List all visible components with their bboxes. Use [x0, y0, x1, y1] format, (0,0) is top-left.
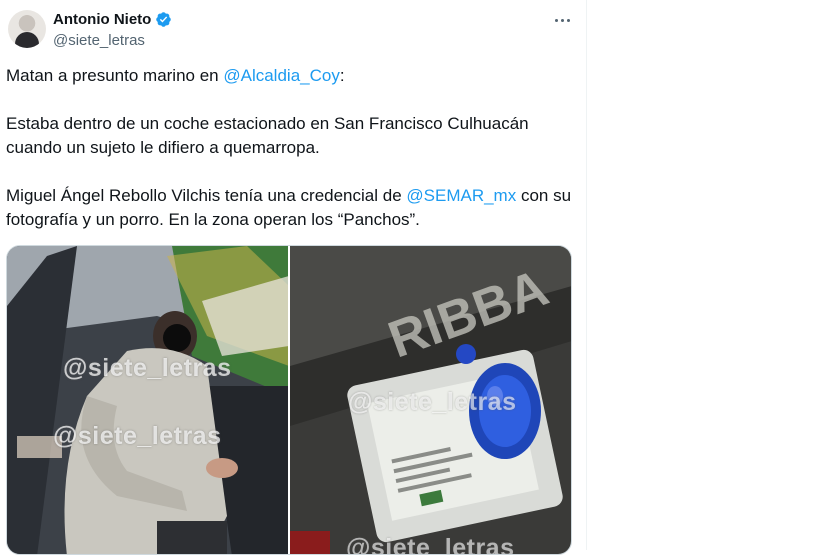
- tweet-text-segment: :: [339, 66, 345, 85]
- watermark: @siete_letras: [348, 388, 517, 416]
- more-options-icon[interactable]: [550, 10, 574, 30]
- author-name[interactable]: Antonio Nieto: [53, 11, 151, 28]
- author-handle[interactable]: @siete_letras: [53, 32, 145, 49]
- verified-badge-icon: [156, 12, 172, 27]
- photo-car-image: [7, 246, 288, 554]
- media-photo-credential[interactable]: RIBBA @siete_letras @siete_letras: [290, 246, 571, 554]
- media-photo-car[interactable]: @siete_letras @siete_letras: [7, 246, 288, 554]
- tweet-text: Matan a presunto marino en @Alcaldia_Coy…: [6, 64, 581, 232]
- watermark: @siete_letras: [63, 354, 232, 382]
- tweet-media: @siete_letras @siete_letras RIBBA @siete…: [6, 245, 572, 555]
- tweet-text-segment: Matan a presunto marino en: [6, 66, 224, 85]
- watermark: @siete_letras: [53, 422, 222, 450]
- tweet-paragraph-2: Estaba dentro de un coche estacionado en…: [6, 114, 529, 157]
- tweet-paragraph-3: Miguel Ángel Rebollo Vilchis tenía una c…: [6, 184, 581, 232]
- watermark: @siete_letras: [346, 534, 515, 554]
- mention-semar-mx[interactable]: @SEMAR_mx: [406, 186, 516, 205]
- tweet-card: Antonio Nieto @siete_letras Matan a pres…: [0, 0, 587, 555]
- avatar[interactable]: [8, 10, 46, 48]
- mention-alcaldia-coy[interactable]: @Alcaldia_Coy: [223, 66, 339, 85]
- tweet-text-segment: Miguel Ángel Rebollo Vilchis tenía una c…: [6, 186, 407, 205]
- author-name-row: Antonio Nieto: [53, 11, 172, 28]
- tweet-paragraph-1: Matan a presunto marino en @Alcaldia_Coy…: [6, 64, 581, 88]
